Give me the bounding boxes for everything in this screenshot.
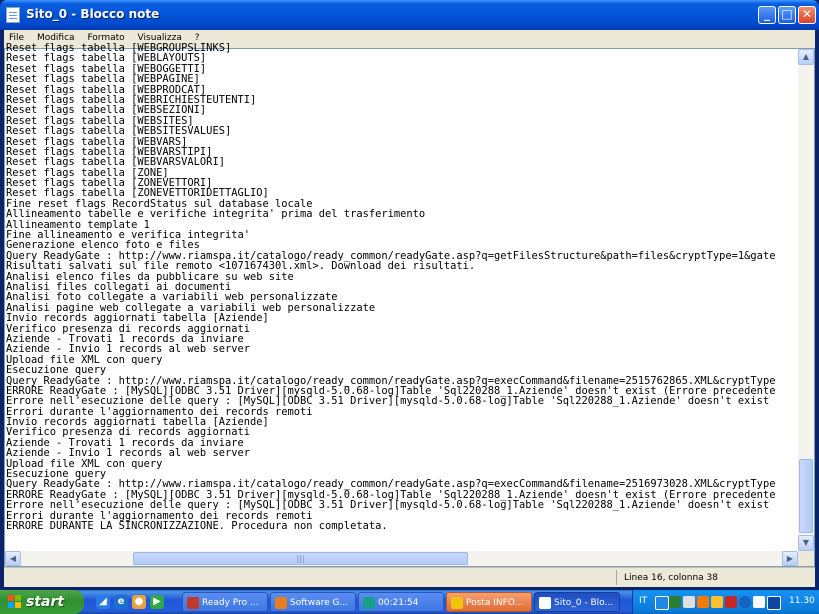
notepad-task-icon [539, 596, 551, 609]
text-line: Reset flags tabella [WEBSITESVALUES] [6, 125, 232, 138]
start-button[interactable]: start [0, 590, 84, 614]
firefox-icon[interactable]: ● [132, 595, 146, 609]
vertical-scrollbar[interactable]: ▲ ▼ [798, 49, 814, 551]
status-bar: Linea 16, colonna 38 [4, 567, 815, 587]
antivirus-icon[interactable] [669, 596, 681, 608]
title-bar[interactable]: Sito_0 - Blocco note _ □ ✕ [0, 0, 819, 30]
scroll-up-button[interactable]: ▲ [798, 49, 814, 65]
text-line: Reset flags tabella [WEBPAGINE] [6, 73, 200, 86]
notification-icon[interactable] [711, 596, 723, 608]
text-line: Invio records aggiornati tabella [Aziend… [6, 312, 269, 325]
scrollbar-corner [798, 551, 814, 566]
timer-icon [363, 596, 375, 609]
text-line: Upload file XML con query [6, 353, 163, 366]
scroll-right-button[interactable]: ▶ [782, 551, 798, 566]
task-timer[interactable]: 00:21:54 [358, 592, 444, 612]
task-label: Posta INFO... [466, 598, 524, 608]
cursor-position: Linea 16, colonna 38 [624, 573, 719, 583]
security-icon[interactable] [725, 596, 737, 608]
ready-pro-icon [187, 596, 199, 609]
volume-icon[interactable] [683, 596, 695, 608]
status-divider [616, 570, 617, 585]
text-line: Upload file XML con query [6, 457, 163, 470]
maximize-button[interactable]: □ [778, 6, 796, 24]
clock: 11.30 [789, 596, 815, 606]
media-player-icon[interactable]: ▶ [150, 595, 164, 609]
mail-icon [451, 596, 463, 609]
update-icon[interactable] [697, 596, 709, 608]
messenger-icon[interactable] [739, 596, 751, 608]
window-title: Sito_0 - Blocco note [26, 7, 160, 21]
minimize-button[interactable]: _ [758, 6, 776, 24]
text-line: ERRORE DURANTE LA SINCRONIZZAZIONE. Proc… [6, 519, 388, 532]
task-sito-notepad[interactable]: Sito_0 - Blo... [534, 592, 620, 612]
task-software-g[interactable]: Software G... [270, 592, 356, 612]
horizontal-scrollbar[interactable]: ◀ ||| ▶ [5, 551, 798, 566]
notepad-window: Sito_0 - Blocco note _ □ ✕ File Modifica… [0, 0, 819, 590]
firefox-task-icon [275, 596, 287, 609]
system-tray: IT 11.30 [632, 590, 819, 614]
language-indicator[interactable]: IT [639, 596, 647, 606]
connection-icon[interactable] [753, 596, 765, 608]
internet-explorer-icon[interactable]: e [114, 595, 128, 609]
text-content[interactable]: Reset flags tabella [WEBGROUPSLINKS] Rese… [6, 43, 797, 549]
notepad-icon [6, 7, 20, 23]
close-button[interactable]: ✕ [798, 6, 816, 24]
taskbar: start ◢ e ● ▶ Ready Pro ... Software G..… [0, 590, 819, 614]
vertical-scroll-thumb[interactable] [799, 459, 813, 533]
task-label: 00:21:54 [378, 598, 419, 608]
start-label: start [26, 594, 65, 610]
task-label: Ready Pro ... [202, 598, 259, 608]
horizontal-scroll-thumb[interactable]: ||| [133, 552, 468, 565]
network-icon[interactable] [655, 596, 669, 610]
task-ready-pro[interactable]: Ready Pro ... [182, 592, 268, 612]
show-desktop-icon[interactable]: ◢ [96, 595, 110, 609]
scroll-left-button[interactable]: ◀ [5, 551, 21, 566]
text-line: Esecuzione query [6, 364, 107, 377]
windows-logo-icon [8, 595, 21, 608]
task-posta-info[interactable]: Posta INFO... [446, 592, 532, 612]
play-icon[interactable] [767, 596, 781, 610]
task-label: Sito_0 - Blo... [554, 598, 614, 608]
scroll-down-button[interactable]: ▼ [798, 535, 814, 551]
task-label: Software G... [290, 598, 349, 608]
